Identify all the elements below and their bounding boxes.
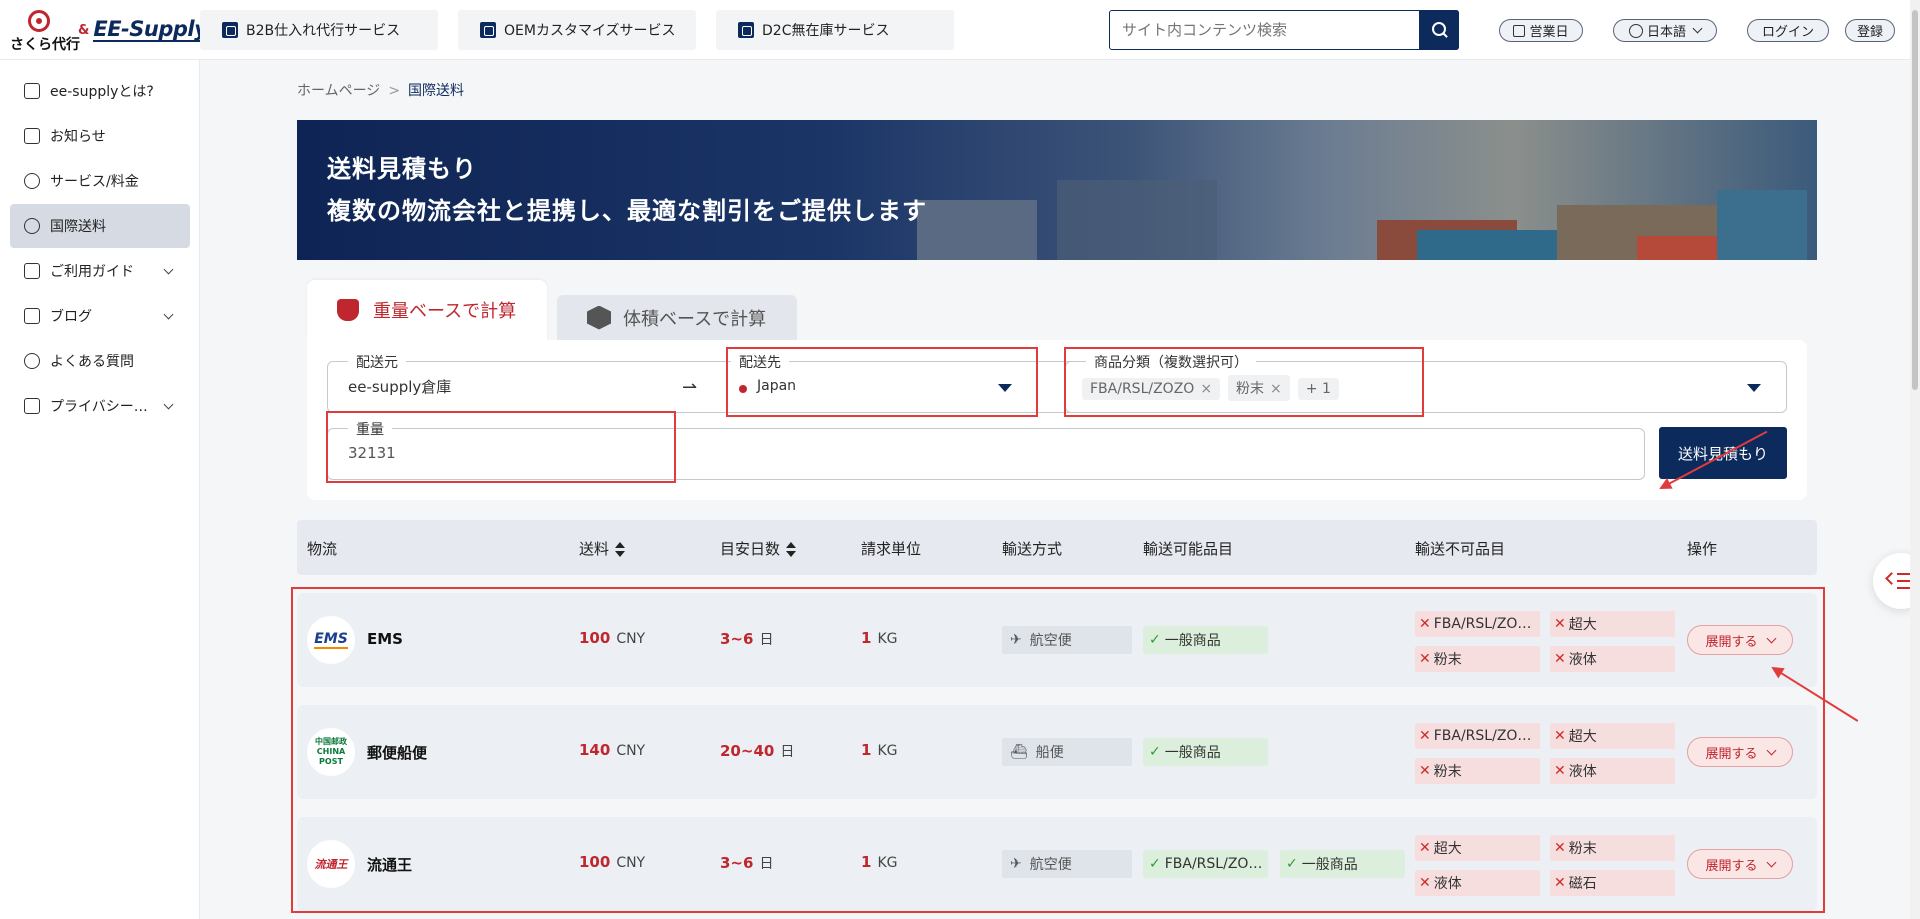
tab-weight-label: 重量ベースで計算 <box>373 301 517 322</box>
sidebar-item-label: お知らせ <box>50 129 106 145</box>
sakura-flower-icon <box>28 10 50 32</box>
breadcrumb-current: 国際送料 <box>408 83 465 99</box>
home-icon <box>24 83 40 99</box>
login-button[interactable]: ログイン <box>1747 19 1829 42</box>
col-carrier: 物流 <box>307 540 338 558</box>
nav-oem[interactable]: OEMカスタマイズサービス <box>458 10 696 50</box>
results-table-header: 物流 送料 目安日数 請求単位 輸送方式 輸送可能品目 輸送不可品目 操作 <box>297 520 1817 575</box>
chevron-down-icon <box>163 264 174 275</box>
col-prohibited: 輸送不可品目 <box>1415 540 1506 558</box>
tab-volume-label: 体積ベースで計算 <box>623 308 767 330</box>
sidebar-item-services[interactable]: サービス/料金 <box>10 159 190 203</box>
sidebar-item-news[interactable]: お知らせ <box>10 114 190 158</box>
shield-icon <box>24 353 40 369</box>
nav-b2b[interactable]: B2B仕入れ代行サービス <box>200 10 438 50</box>
sidebar-item-label: よくある質問 <box>50 354 134 370</box>
sidebar-item-label: サービス/料金 <box>50 174 139 190</box>
sidebar-item-guide[interactable]: ご利用ガイド <box>10 249 190 293</box>
container-port-image <box>857 170 1817 260</box>
top-header: さくら代行 & EE-Supply B2B仕入れ代行サービス OEMカスタマイズ… <box>0 0 1920 60</box>
col-days[interactable]: 目安日数 <box>720 538 797 559</box>
sakura-logo: さくら代行 <box>8 10 80 53</box>
yen-icon <box>24 173 40 189</box>
sort-icon[interactable] <box>615 541 626 558</box>
search-input[interactable] <box>1110 11 1410 49</box>
sidebar-item-label: ee-supplyとは? <box>50 84 154 100</box>
sidebar-item-blog[interactable]: ブログ <box>10 294 190 338</box>
origin-label: 配送元 <box>348 352 406 372</box>
breadcrumb: ホームページ > 国際送料 <box>297 80 464 100</box>
calendar-icon <box>1513 24 1526 37</box>
page-scrollbar[interactable] <box>1910 0 1920 919</box>
box-icon <box>587 305 611 330</box>
annotation-box-weight <box>326 411 676 483</box>
col-billing-unit: 請求単位 <box>861 540 922 558</box>
annotation-box-results <box>291 587 1825 913</box>
hero-banner: 送料見積もり 複数の物流会社と提携し、最適な割引をご提供します <box>297 120 1817 260</box>
save-icon <box>24 398 40 414</box>
guide-icon <box>24 263 40 279</box>
weight-bag-icon <box>337 299 359 321</box>
search-button[interactable] <box>1419 10 1459 50</box>
col-allowed: 輸送可能品目 <box>1143 540 1234 558</box>
arrow-right-icon: ⇀ <box>682 377 698 398</box>
origin-field[interactable]: 配送元 ee-supply倉庫 ⇀ <box>327 352 767 413</box>
col-price[interactable]: 送料 <box>579 538 626 559</box>
globe-icon <box>1628 23 1643 38</box>
col-days-label: 目安日数 <box>720 540 781 558</box>
col-price-label: 送料 <box>579 540 610 558</box>
chevron-down-icon <box>163 399 174 410</box>
sidebar-item-privacy[interactable]: プライバシー… <box>10 384 190 428</box>
nav-d2c[interactable]: D2C無在庫サービス <box>716 10 954 50</box>
sidebar-item-label: 国際送料 <box>50 219 106 235</box>
sidebar-item-label: プライバシー… <box>50 399 148 415</box>
ee-supply-logo-text: EE-Supply <box>93 17 208 42</box>
business-day-label: 営業日 <box>1529 25 1569 40</box>
sidebar-item-about[interactable]: ee-supplyとは? <box>10 69 190 113</box>
image-icon <box>24 308 40 324</box>
login-label: ログイン <box>1761 25 1814 40</box>
breadcrumb-home[interactable]: ホームページ <box>297 83 380 99</box>
nav-b2b-label: B2B仕入れ代行サービス <box>246 23 401 39</box>
origin-value: ee-supply倉庫 <box>348 378 452 396</box>
col-actions: 操作 <box>1687 540 1718 558</box>
sidebar-item-faq[interactable]: よくある質問 <box>10 339 190 383</box>
sakura-logo-text: さくら代行 <box>10 37 80 53</box>
sidebar-item-international-shipping[interactable]: 国際送料 <box>10 204 190 248</box>
megaphone-icon <box>24 128 40 144</box>
chevron-down-icon <box>1692 23 1703 34</box>
scrollbar-thumb[interactable] <box>1912 10 1918 390</box>
shopping-bag-icon <box>222 22 238 38</box>
annotation-box-destination <box>726 347 1038 417</box>
language-select[interactable]: 日本語 <box>1613 19 1717 42</box>
annotation-box-category <box>1064 347 1424 417</box>
banner-title-line1: 送料見積もり <box>327 155 477 183</box>
tab-weight-based[interactable]: 重量ベースで計算 <box>307 280 547 340</box>
sort-icon[interactable] <box>786 541 797 558</box>
site-search <box>1109 10 1459 50</box>
sidebar: ee-supplyとは? お知らせ サービス/料金 国際送料 ご利用ガイド ブロ… <box>0 60 200 919</box>
brand-logo[interactable]: さくら代行 & EE-Supply <box>8 10 208 53</box>
col-mode: 輸送方式 <box>1002 540 1063 558</box>
sidebar-item-label: ご利用ガイド <box>50 264 134 280</box>
sidebar-item-label: ブログ <box>50 309 92 325</box>
chevron-down-icon <box>163 309 174 320</box>
register-label: 登録 <box>1856 25 1883 40</box>
globe-icon <box>24 218 40 234</box>
package-icon <box>738 22 754 38</box>
caret-down-icon <box>1747 384 1761 392</box>
nav-oem-label: OEMカスタマイズサービス <box>504 23 676 39</box>
banner-title-line2: 複数の物流会社と提携し、最適な割引をご提供します <box>327 197 927 225</box>
business-day-button[interactable]: 営業日 <box>1499 19 1583 42</box>
oem-icon <box>480 22 496 38</box>
banner-title: 送料見積もり 複数の物流会社と提携し、最適な割引をご提供します <box>327 148 927 232</box>
register-button[interactable]: 登録 <box>1845 19 1895 42</box>
nav-d2c-label: D2C無在庫サービス <box>762 23 890 39</box>
tab-volume-based[interactable]: 体積ベースで計算 <box>557 295 797 340</box>
language-label: 日本語 <box>1646 25 1686 40</box>
breadcrumb-separator: > <box>388 83 401 99</box>
